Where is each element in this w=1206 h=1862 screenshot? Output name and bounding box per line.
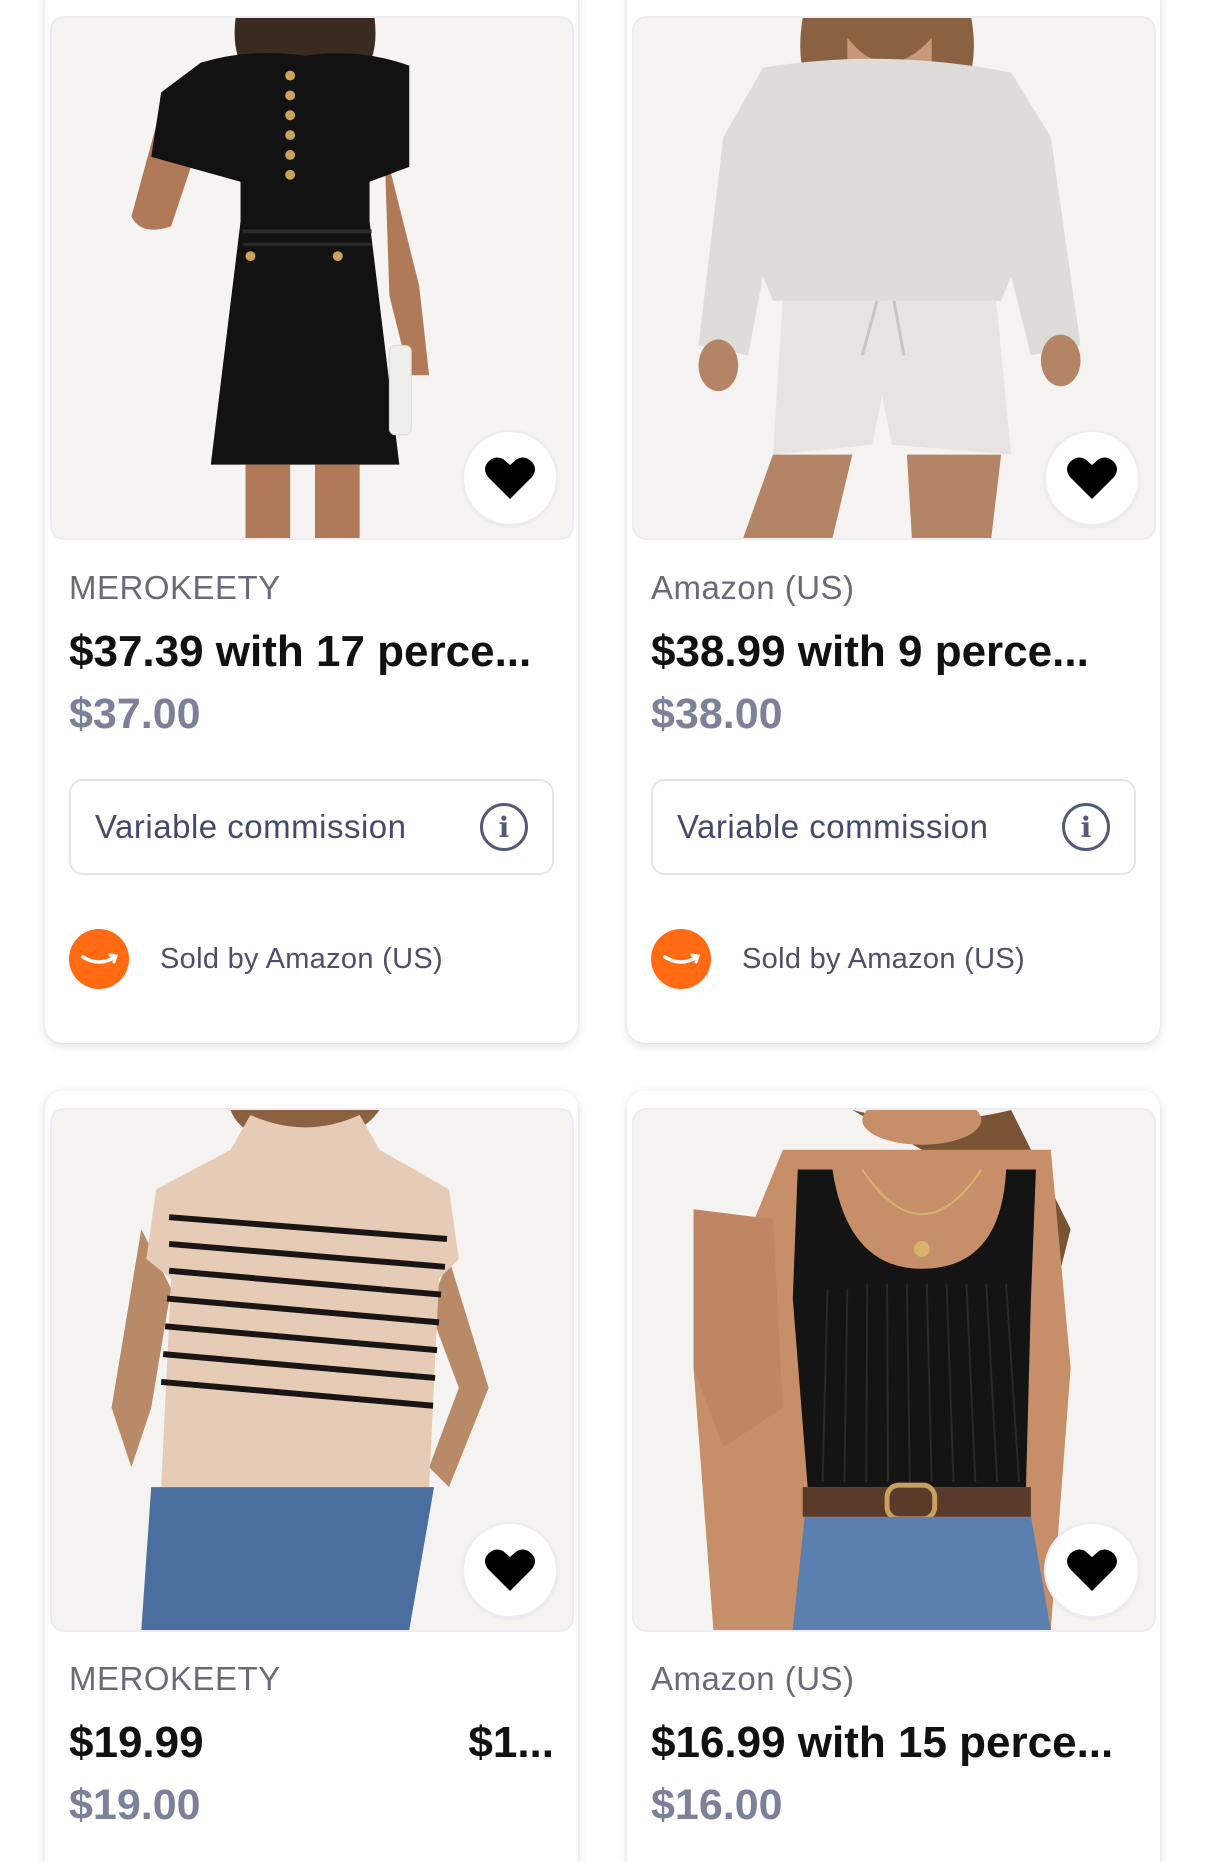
favorite-button[interactable] xyxy=(462,430,558,526)
info-icon[interactable]: i xyxy=(480,803,528,851)
info-icon[interactable]: i xyxy=(1062,803,1110,851)
amazon-logo-icon xyxy=(651,929,711,989)
retailer-name[interactable]: MEROKEETY xyxy=(69,1658,554,1700)
seller-row: Sold by Amazon (US) xyxy=(651,929,1136,989)
product-price: $19.99 xyxy=(69,1718,204,1767)
product-info: MEROKEETY $19.99 $1... $19.00 xyxy=(69,1658,554,1830)
product-card[interactable]: MEROKEETY $19.99 $1... $19.00 xyxy=(45,1090,578,1862)
commission-price: $38.00 xyxy=(651,690,783,738)
favorite-button[interactable] xyxy=(462,1522,558,1618)
retailer-name[interactable]: MEROKEETY xyxy=(69,567,554,609)
favorite-button[interactable] xyxy=(1044,430,1140,526)
product-image[interactable] xyxy=(50,16,574,540)
heart-icon xyxy=(485,1549,535,1591)
commission-label: Variable commission xyxy=(95,808,407,845)
retailer-name[interactable]: Amazon (US) xyxy=(651,1658,1136,1700)
heart-icon xyxy=(1067,1549,1117,1591)
price-row: $37.39 with 17 perce... xyxy=(69,627,554,677)
commission-price: $16.00 xyxy=(651,1781,783,1829)
product-price: $37.39 with 17 perce... xyxy=(69,627,532,676)
price-row: $16.99 with 15 perce... xyxy=(651,1718,1136,1768)
commission-price: $37.00 xyxy=(69,690,201,738)
retailer-name[interactable]: Amazon (US) xyxy=(651,567,1136,609)
commission-box[interactable]: Variable commission i xyxy=(69,779,554,875)
heart-icon xyxy=(485,457,535,499)
seller-label: Sold by Amazon (US) xyxy=(742,942,1025,975)
commission-box[interactable]: Variable commission i xyxy=(651,779,1136,875)
seller-label: Sold by Amazon (US) xyxy=(160,942,443,975)
product-info: Amazon (US) $38.99 with 9 perce... $38.0… xyxy=(651,567,1136,989)
heart-icon xyxy=(1067,457,1117,499)
product-card[interactable]: MEROKEETY $37.39 with 17 perce... $37.00… xyxy=(45,0,578,1043)
price-row: $19.99 $1... xyxy=(69,1718,554,1768)
product-info: MEROKEETY $37.39 with 17 perce... $37.00… xyxy=(69,567,554,989)
product-price-secondary: $1... xyxy=(468,1718,554,1767)
product-image[interactable] xyxy=(632,1108,1156,1632)
product-info: Amazon (US) $16.99 with 15 perce... $16.… xyxy=(651,1658,1136,1830)
commission-price: $19.00 xyxy=(69,1781,201,1829)
product-grid: MEROKEETY $37.39 with 17 perce... $37.00… xyxy=(0,0,1206,1862)
product-price: $16.99 with 15 perce... xyxy=(651,1718,1114,1767)
product-image[interactable] xyxy=(632,16,1156,540)
product-image[interactable] xyxy=(50,1108,574,1632)
commission-label: Variable commission xyxy=(677,808,989,845)
seller-row: Sold by Amazon (US) xyxy=(69,929,554,989)
price-row: $38.99 with 9 perce... xyxy=(651,627,1136,677)
product-card[interactable]: Amazon (US) $16.99 with 15 perce... $16.… xyxy=(627,1090,1160,1862)
amazon-logo-icon xyxy=(69,929,129,989)
favorite-button[interactable] xyxy=(1044,1522,1140,1618)
product-price: $38.99 with 9 perce... xyxy=(651,627,1089,676)
product-card[interactable]: Amazon (US) $38.99 with 9 perce... $38.0… xyxy=(627,0,1160,1043)
